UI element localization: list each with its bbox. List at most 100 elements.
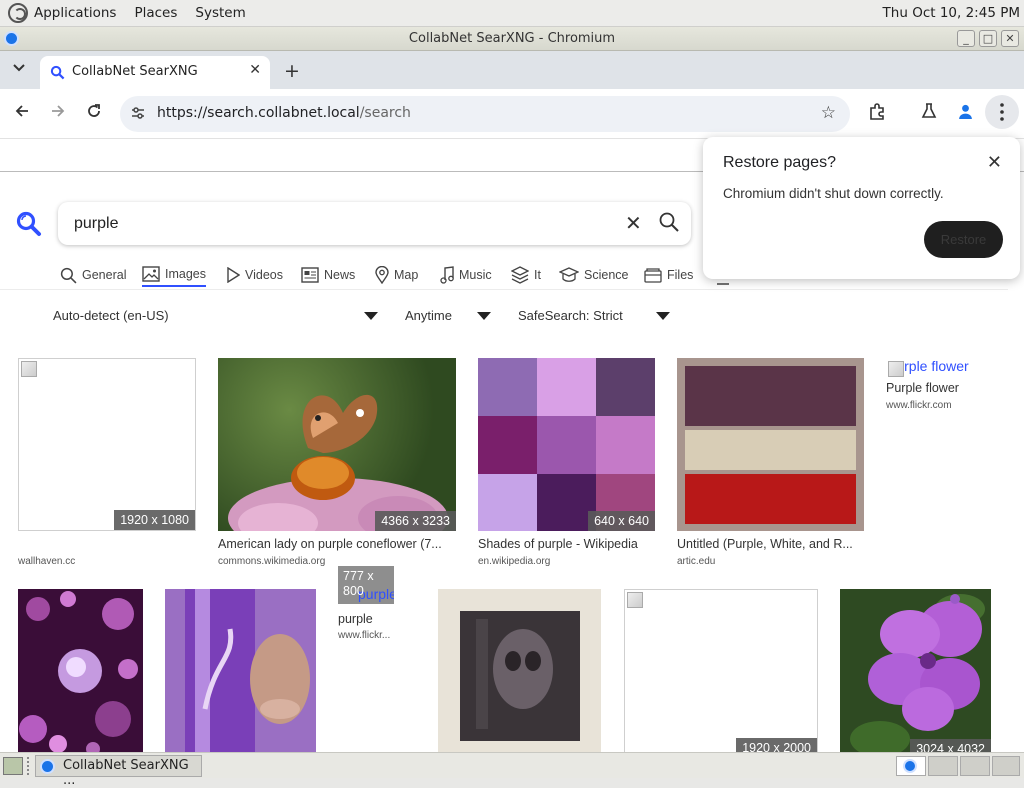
tab-images[interactable]: Images xyxy=(142,263,206,287)
time-dropdown-caret-icon[interactable] xyxy=(477,312,491,320)
result-source: en.wikipedia.org xyxy=(478,556,551,567)
restore-button[interactable]: Restore xyxy=(924,221,1003,258)
bookmark-star-icon[interactable]: ☆ xyxy=(821,103,836,123)
tab-map[interactable]: Map xyxy=(375,263,418,287)
broken-image-alt-text[interactable]: Purple flower xyxy=(886,358,1006,377)
result-source: www.flickr... xyxy=(338,630,391,641)
taskbar-item-label: CollabNet SearXNG ... xyxy=(63,758,189,788)
shades-of-purple-thumbnail[interactable]: 640 x 640 xyxy=(478,358,655,531)
places-menu[interactable]: Places xyxy=(134,5,177,21)
tab-news[interactable]: News xyxy=(301,263,355,287)
clear-search-icon[interactable]: ✕ xyxy=(625,211,642,235)
search-favicon-icon xyxy=(50,65,65,80)
language-select[interactable]: Auto-detect (en-US) xyxy=(53,308,169,323)
tab-search-button[interactable] xyxy=(10,62,28,78)
time-range-select[interactable]: Anytime xyxy=(405,308,452,323)
tab-files[interactable]: Files xyxy=(644,263,693,287)
workspace-2[interactable] xyxy=(928,756,958,776)
rothko-painting-thumbnail[interactable] xyxy=(677,358,864,531)
close-tab-icon[interactable]: ✕ xyxy=(249,62,261,78)
search-icon xyxy=(60,267,77,284)
tab-label: News xyxy=(324,268,356,282)
language-dropdown-caret-icon[interactable] xyxy=(364,312,378,320)
tab-general[interactable]: General xyxy=(60,263,126,287)
address-bar[interactable]: https://search.collabnet.local/search ☆ xyxy=(120,96,850,132)
tabs-divider xyxy=(0,289,1008,290)
tab-music[interactable]: Music xyxy=(440,263,492,287)
show-desktop-icon[interactable] xyxy=(3,757,23,775)
profile-avatar-icon[interactable] xyxy=(957,103,974,125)
map-pin-icon xyxy=(375,266,389,284)
tab-label: Science xyxy=(584,268,629,282)
purple-flower-thumbnail[interactable]: 3024 x 4032 xyxy=(840,589,991,752)
image-dimensions: 1920 x 1080 xyxy=(114,510,195,530)
result-title[interactable]: Purple flower xyxy=(886,381,1016,395)
restore-pages-dialog: Restore pages? ✕ Chromium didn't shut do… xyxy=(703,137,1020,279)
safesearch-dropdown-caret-icon[interactable] xyxy=(656,312,670,320)
url-path: /search xyxy=(359,105,411,121)
search-input[interactable] xyxy=(72,211,592,236)
taskbar-window-item[interactable]: CollabNet SearXNG ... xyxy=(35,755,202,788)
tab-label: Music xyxy=(459,268,492,282)
minimize-button[interactable]: _ xyxy=(957,30,975,47)
labs-flask-icon[interactable] xyxy=(921,103,937,124)
workspace-3[interactable] xyxy=(960,756,990,776)
window-titlebar[interactable]: CollabNet SearXNG - Chromium _ □ ✕ xyxy=(0,27,1024,51)
site-info-icon[interactable] xyxy=(130,105,146,121)
url-text[interactable]: https://search.collabnet.local/search xyxy=(157,105,411,121)
tab-science[interactable]: Science xyxy=(559,263,628,287)
searxng-logo-icon[interactable] xyxy=(16,211,42,237)
extensions-icon[interactable] xyxy=(868,103,886,126)
tab-collabnet-searxng[interactable]: CollabNet SearXNG ✕ xyxy=(40,56,270,89)
dialog-message: Chromium didn't shut down correctly. xyxy=(723,186,944,201)
maximize-button[interactable]: □ xyxy=(979,30,997,47)
result-source: www.flickr.com xyxy=(886,400,952,411)
applications-menu[interactable]: Applications xyxy=(34,5,116,21)
kebab-menu-icon xyxy=(1000,103,1004,121)
purple-spheres-image xyxy=(19,591,138,752)
graduation-cap-icon xyxy=(559,267,579,283)
distro-logo-icon[interactable] xyxy=(8,3,28,23)
purple-soda-can-image xyxy=(185,589,310,752)
tab-it[interactable]: It xyxy=(511,263,541,287)
new-tab-button[interactable]: + xyxy=(284,60,300,82)
tab-label: It xyxy=(534,268,541,282)
result-title[interactable]: purple xyxy=(338,612,398,626)
close-window-button[interactable]: ✕ xyxy=(1001,30,1019,47)
purple-spheres-thumbnail[interactable] xyxy=(18,589,143,752)
result-title[interactable]: American lady on purple coneflower (7... xyxy=(218,537,458,551)
workspace-1[interactable] xyxy=(896,756,926,776)
time-range-value: Anytime xyxy=(405,308,452,323)
chromium-icon xyxy=(40,759,55,774)
system-menu[interactable]: System xyxy=(195,5,245,21)
clock[interactable]: Thu Oct 10, 2:45 PM xyxy=(883,5,1020,21)
search-box: ✕ xyxy=(58,202,691,245)
search-submit-icon[interactable] xyxy=(658,211,680,233)
broken-image-thumbnail[interactable]: 1920 x 2000 xyxy=(624,589,818,752)
back-arrow-icon[interactable] xyxy=(14,103,30,124)
broken-image-thumbnail[interactable]: 1920 x 1080 xyxy=(18,358,196,531)
tab-label: Images xyxy=(165,267,206,281)
tab-videos[interactable]: Videos xyxy=(226,263,283,287)
purple-swatch-grid-image xyxy=(478,358,655,531)
bottom-taskbar: CollabNet SearXNG ... xyxy=(0,752,1024,788)
close-dialog-icon[interactable]: ✕ xyxy=(987,152,1002,173)
purple-soda-can-thumbnail[interactable] xyxy=(165,589,316,752)
reload-icon[interactable] xyxy=(86,103,102,124)
result-title[interactable]: Untitled (Purple, White, and R... xyxy=(677,537,867,551)
broken-image-thumbnail[interactable]: purple 777 x 800 xyxy=(338,566,394,604)
url-host: https://search.collabnet.local xyxy=(157,105,360,121)
music-note-icon xyxy=(440,266,454,284)
rothko-painting-image xyxy=(685,366,856,524)
result-title[interactable]: Shades of purple - Wikipedia xyxy=(478,537,658,551)
safesearch-select[interactable]: SafeSearch: Strict xyxy=(518,308,623,323)
purple-petunia-image xyxy=(850,594,985,752)
forward-arrow-icon[interactable] xyxy=(50,103,66,124)
butterfly-coneflower-thumbnail[interactable]: 4366 x 3233 xyxy=(218,358,456,531)
browser-menu-button[interactable] xyxy=(985,95,1019,129)
tab-title: CollabNet SearXNG xyxy=(72,64,198,79)
image-dimensions: 777 x 800 xyxy=(343,569,374,598)
browser-toolbar: https://search.collabnet.local/search ☆ xyxy=(0,89,1024,139)
skull-print-thumbnail[interactable] xyxy=(438,589,601,752)
workspace-4[interactable] xyxy=(992,756,1020,776)
